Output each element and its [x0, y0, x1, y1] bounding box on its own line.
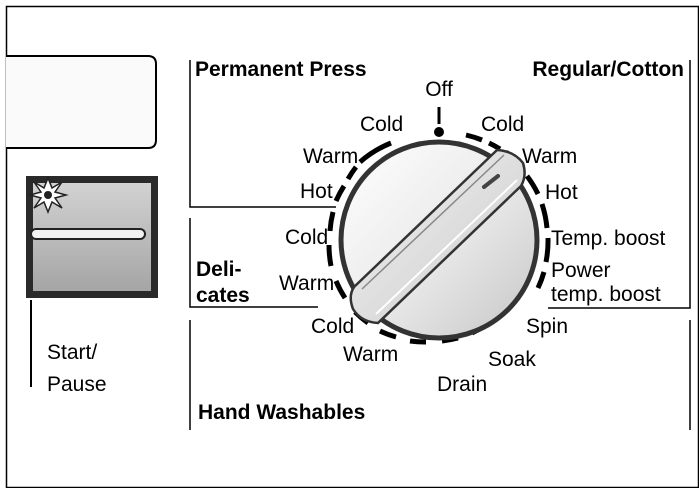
dial-label-hand-washables-warm: Warm [343, 343, 398, 366]
section-hand-washables: Hand Washables [198, 401, 365, 424]
section-regular-cotton: Regular/Cotton [532, 58, 684, 81]
section-delicates-line2: cates [196, 284, 250, 307]
dial-label-regular-power-line1: Power [551, 259, 611, 282]
dial-label-regular-temp-boost: Temp. boost [551, 227, 666, 250]
section-delicates-line1: Deli- [196, 258, 242, 281]
dial-label-spin: Spin [526, 315, 568, 338]
section-permanent-press: Permanent Press [195, 58, 367, 81]
start-pause-indicator-light-icon [27, 175, 69, 215]
display-window [6, 55, 157, 149]
dial-label-regular-cold: Cold [481, 113, 524, 136]
washer-control-panel: Start/ Pause Permanent Press Regular/Cot… [5, 5, 699, 488]
dial-label-regular-warm: Warm [522, 145, 577, 168]
dial-label-delicates-warm: Warm [279, 272, 334, 295]
dial-label-delicates-cold: Cold [285, 226, 328, 249]
dial-label-regular-hot: Hot [545, 181, 578, 204]
start-pause-label-line1: Start/ [47, 341, 97, 364]
dial-label-permanent-press-hot: Hot [300, 180, 333, 203]
dial-label-regular-power-line2: temp. boost [551, 283, 661, 306]
dial-label-hand-washables-cold: Cold [311, 315, 354, 338]
dial-label-drain: Drain [437, 373, 487, 396]
dial-label-soak: Soak [488, 348, 536, 371]
dial-label-permanent-press-warm: Warm [303, 145, 358, 168]
start-pause-label-line2: Pause [47, 373, 107, 396]
dial-label-off: Off [425, 78, 453, 101]
dial-label-permanent-press-cold: Cold [360, 113, 403, 136]
cycle-selector-knob[interactable] [338, 139, 540, 341]
